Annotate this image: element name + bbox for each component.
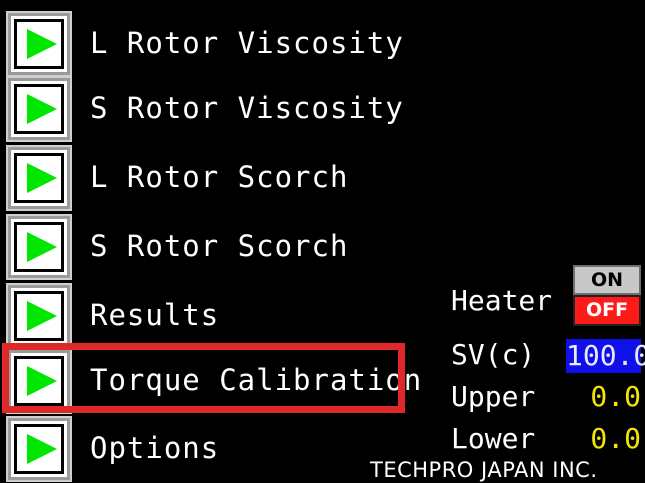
menu-item-label: L Rotor Viscosity <box>90 26 404 60</box>
lower-value: 0.0 <box>590 422 641 455</box>
menu-item-s-rotor-scorch[interactable]: S Rotor Scorch <box>6 214 428 280</box>
play-icon <box>27 301 57 331</box>
menu-item-l-rotor-viscosity[interactable]: L Rotor Viscosity <box>6 11 428 77</box>
menu-item-l-rotor-scorch[interactable]: L Rotor Scorch <box>6 145 428 211</box>
play-button[interactable] <box>6 76 72 142</box>
heater-off-button[interactable]: OFF <box>573 295 641 326</box>
play-button[interactable] <box>6 11 72 77</box>
play-button[interactable] <box>6 283 72 349</box>
company-name: TECHPRO JAPAN INC. <box>370 458 598 482</box>
play-button[interactable] <box>6 214 72 280</box>
play-button[interactable] <box>6 416 72 482</box>
menu-item-label: Options <box>90 431 220 465</box>
sv-value-field[interactable]: 100.0 <box>566 339 645 373</box>
upper-value: 0.0 <box>590 380 641 413</box>
menu-item-label: Results <box>90 298 220 332</box>
menu-item-options[interactable]: Options <box>6 416 428 482</box>
menu-item-label: L Rotor Scorch <box>90 160 349 194</box>
play-icon <box>27 434 57 464</box>
play-icon <box>27 29 57 59</box>
play-button[interactable] <box>6 145 72 211</box>
selection-highlight <box>2 343 405 413</box>
heater-label: Heater <box>451 284 553 317</box>
play-icon <box>27 163 57 193</box>
hmi-screen: L Rotor Viscosity S Rotor Viscosity L Ro… <box>0 0 645 483</box>
menu-item-label: S Rotor Viscosity <box>90 91 404 125</box>
play-icon <box>27 94 57 124</box>
lower-label: Lower <box>451 422 536 455</box>
sv-label: SV(c) <box>451 338 536 371</box>
menu-item-s-rotor-viscosity[interactable]: S Rotor Viscosity <box>6 76 428 142</box>
menu-item-label: S Rotor Scorch <box>90 229 349 263</box>
heater-on-button[interactable]: ON <box>573 265 641 295</box>
upper-label: Upper <box>451 380 536 413</box>
menu-item-results[interactable]: Results <box>6 283 428 349</box>
play-icon <box>27 232 57 262</box>
